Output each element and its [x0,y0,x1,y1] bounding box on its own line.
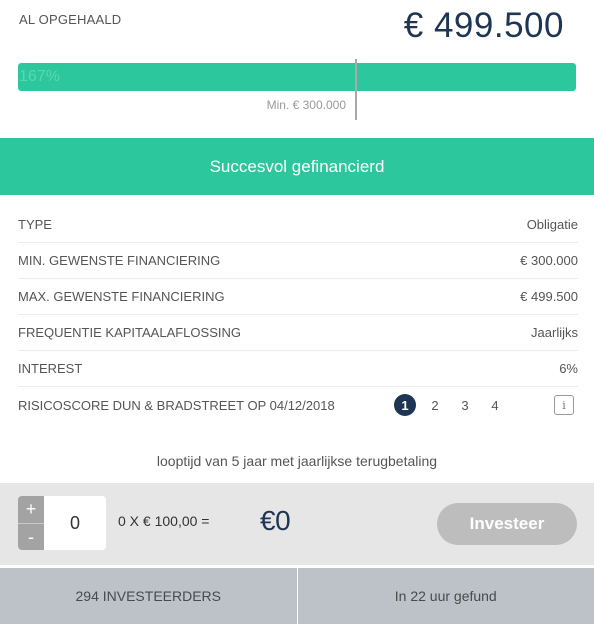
risk-score-scale: 1 2 3 4 i [386,394,578,416]
risk-score-2: 2 [431,397,439,413]
funded-status-banner: Succesvol gefinancierd [0,138,594,195]
funded-duration: In 22 uur gefund [394,588,497,604]
detail-value: € 300.000 [520,253,578,268]
min-target-marker [355,59,357,120]
info-icon[interactable]: i [554,395,574,415]
detail-row-interest: INTEREST 6% [18,351,578,387]
detail-row-type: TYPE Obligatie [18,207,578,243]
detail-label: FREQUENTIE KAPITAALAFLOSSING [18,325,241,340]
detail-label: MIN. GEWENSTE FINANCIERING [18,253,221,268]
details-list: TYPE Obligatie MIN. GEWENSTE FINANCIERIN… [18,207,578,423]
detail-value: 6% [559,361,578,376]
detail-value: € 499.500 [520,289,578,304]
raised-amount: € 499.500 [403,6,564,45]
investors-count: 294 INVESTEERDERS [0,568,298,624]
raised-label: AL OPGEHAALD [19,12,122,27]
risk-score-3: 3 [461,397,469,413]
invest-button[interactable]: Investeer [437,503,577,545]
decrement-button[interactable]: - [18,524,44,551]
detail-label: TYPE [18,217,52,232]
detail-value: Obligatie [526,217,578,232]
min-target-label: Min. € 300.000 [266,98,346,112]
detail-row-repayment-frequency: FREQUENTIE KAPITAALAFLOSSING Jaarlijks [18,315,578,351]
detail-row-risk-score: RISICOSCORE DUN & BRADSTREET OP 04/12/20… [18,387,578,423]
detail-row-min-financing: MIN. GEWENSTE FINANCIERING € 300.000 [18,243,578,279]
funding-progress-fill [18,63,576,91]
risk-score-label: RISICOSCORE DUN & BRADSTREET OP 04/12/20… [18,397,335,413]
detail-row-max-financing: MAX. GEWENSTE FINANCIERING € 499.500 [18,279,578,315]
risk-score-4: 4 [491,397,499,413]
detail-label: MAX. GEWENSTE FINANCIERING [18,289,225,304]
detail-label: INTEREST [18,361,83,376]
quantity-input[interactable] [44,496,106,550]
quantity-stepper: + - [18,496,44,550]
price-formula: 0 X € 100,00 = [118,513,210,529]
invest-total: €0 [260,505,291,536]
funding-progress-bar [18,63,576,91]
risk-score-1: 1 [394,394,416,416]
progress-percent: 167% [19,68,60,85]
term-description: looptijd van 5 jaar met jaarlijkse terug… [156,453,438,469]
footer-stats: 294 INVESTEERDERS In 22 uur gefund [0,568,594,624]
detail-value: Jaarlijks [531,325,578,340]
increment-button[interactable]: + [18,496,44,524]
